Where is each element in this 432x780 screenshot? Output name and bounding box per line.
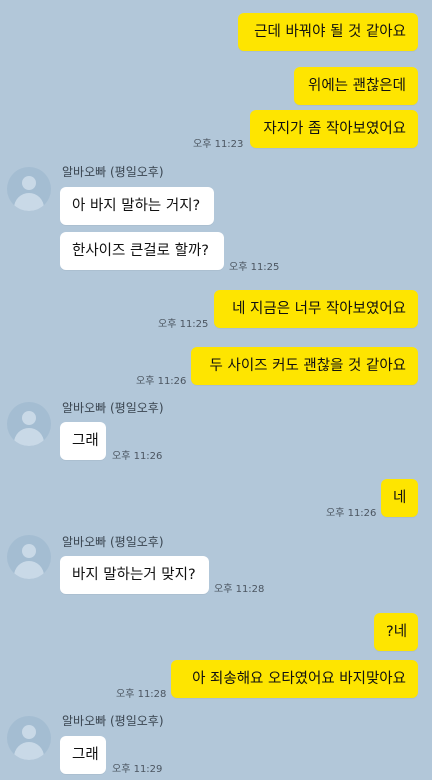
message-time: 오후 11:28 [214, 584, 265, 595]
message-time: 오후 11:25 [229, 262, 280, 273]
my-message-bubble[interactable]: 근데 바꿔야 될 것 같아요 [238, 13, 418, 51]
avatar-head-shape [22, 725, 36, 739]
message-time: 오후 11:28 [116, 689, 167, 700]
my-message-bubble[interactable]: 아 죄송해요 오타였어요 바지맞아요 [171, 660, 418, 698]
sender-name: 알바오빠 (평일오후) [62, 714, 164, 728]
default-profile-icon[interactable] [7, 167, 51, 211]
my-message-bubble[interactable]: ?네 [374, 613, 418, 651]
message-time: 오후 11:26 [136, 376, 187, 387]
sender-name: 알바오빠 (평일오후) [62, 535, 164, 549]
avatar-body-shape [14, 742, 44, 760]
message-time: 오후 11:23 [193, 139, 244, 150]
avatar-body-shape [14, 428, 44, 446]
sender-name: 알바오빠 (평일오후) [62, 401, 164, 415]
message-time: 오후 11:29 [112, 764, 163, 775]
avatar-head-shape [22, 544, 36, 558]
other-message-bubble[interactable]: 바지 말하는거 맞지? [60, 556, 209, 594]
other-message-bubble[interactable]: 한사이즈 큰걸로 할까? [60, 232, 224, 270]
default-profile-icon[interactable] [7, 402, 51, 446]
my-message-bubble[interactable]: 네 [381, 479, 418, 517]
message-time: 오후 11:26 [326, 508, 377, 519]
message-time: 오후 11:25 [158, 319, 209, 330]
avatar-head-shape [22, 411, 36, 425]
sender-name: 알바오빠 (평일오후) [62, 165, 164, 179]
avatar-body-shape [14, 193, 44, 211]
message-time: 오후 11:26 [112, 451, 163, 462]
other-message-bubble[interactable]: 그래 [60, 736, 106, 774]
chat-room: 근데 바꿔야 될 것 같아요 위에는 괜찮은데 자지가 좀 작아보였어요 오후 … [0, 0, 432, 780]
my-message-bubble[interactable]: 자지가 좀 작아보였어요 [250, 110, 418, 148]
default-profile-icon[interactable] [7, 535, 51, 579]
avatar-head-shape [22, 176, 36, 190]
my-message-bubble[interactable]: 네 지금은 너무 작아보였어요 [214, 290, 418, 328]
avatar-body-shape [14, 561, 44, 579]
other-message-bubble[interactable]: 그래 [60, 422, 106, 460]
my-message-bubble[interactable]: 위에는 괜찮은데 [294, 67, 418, 105]
default-profile-icon[interactable] [7, 716, 51, 760]
other-message-bubble[interactable]: 아 바지 말하는 거지? [60, 187, 214, 225]
my-message-bubble[interactable]: 두 사이즈 커도 괜찮을 것 같아요 [191, 347, 418, 385]
